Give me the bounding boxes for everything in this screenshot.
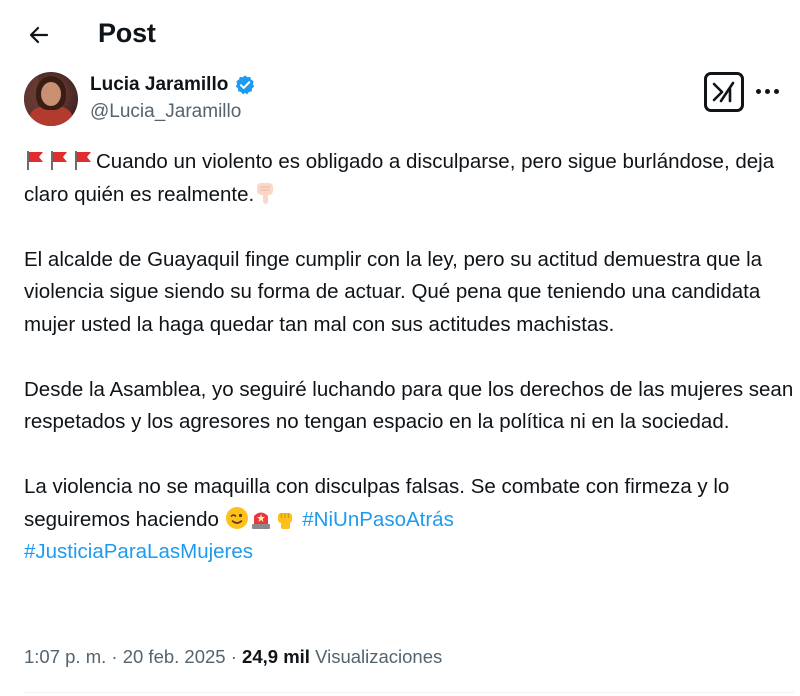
author-handle[interactable]: @Lucia_Jaramillo — [90, 101, 241, 123]
more-horizontal-icon — [755, 88, 761, 94]
grok-button[interactable] — [704, 72, 744, 112]
avatar[interactable] — [24, 72, 78, 126]
red-flag-emoji-icon — [51, 151, 67, 170]
tweet-paragraph-4: La violencia no se maquilla con disculpa… — [24, 471, 794, 569]
raised-fist-emoji-icon — [277, 512, 292, 529]
tweet-paragraph-1-text: Cuando un violento es obligado a disculp… — [24, 150, 775, 206]
tweet-paragraph-1: Cuando un violento es obligado a disculp… — [24, 146, 794, 211]
tweet-body: Cuando un violento es obligado a disculp… — [24, 146, 794, 569]
meta-separator: · — [106, 646, 123, 667]
post-header: Post — [0, 0, 800, 70]
hashtag-link[interactable]: #NiUnPasoAtrás — [302, 508, 454, 531]
back-arrow-icon — [29, 26, 49, 44]
views-label: Visualizaciones — [315, 646, 443, 667]
verified-badge-icon[interactable] — [234, 74, 256, 96]
meta-separator: · — [225, 646, 243, 667]
grok-icon — [712, 81, 735, 103]
divider — [24, 692, 794, 693]
tweet-date[interactable]: 20 feb. 2025 — [123, 646, 226, 667]
hashtag-link[interactable]: #JusticiaParaLasMujeres — [24, 540, 253, 563]
author-display-name[interactable]: Lucia Jaramillo — [90, 74, 228, 96]
tweet-time[interactable]: 1:07 p. m. — [24, 646, 106, 667]
winking-face-emoji-icon — [225, 506, 248, 529]
views-count: 24,9 mil — [242, 646, 310, 667]
red-flag-emoji-icon — [27, 151, 43, 170]
police-light-emoji-icon — [251, 512, 270, 529]
pointing-down-emoji-icon — [257, 182, 274, 204]
tweet-paragraph-2: El alcalde de Guayaquil finge cumplir co… — [24, 247, 763, 336]
page-title: Post — [98, 18, 156, 48]
author-name-row: Lucia Jaramillo — [90, 74, 256, 96]
tweet-paragraph-3: Desde la Asamblea, yo seguiré luchando p… — [24, 377, 794, 434]
more-options-button[interactable] — [752, 78, 782, 104]
back-button[interactable] — [24, 20, 54, 50]
tweet-meta: 1:07 p. m. · 20 feb. 2025 · 24,9 mil Vis… — [24, 646, 442, 668]
red-flag-emoji-icon — [75, 151, 91, 170]
